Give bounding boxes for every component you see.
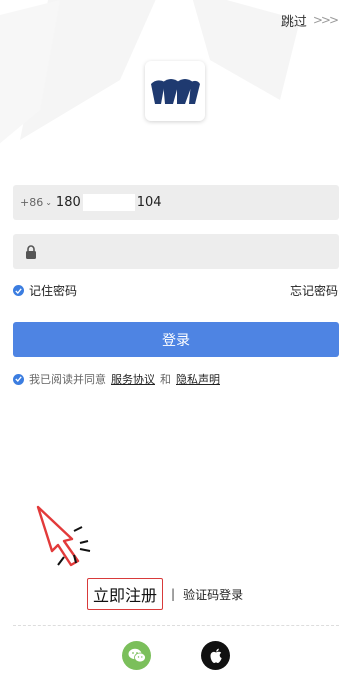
login-button[interactable]: 登录 (13, 322, 339, 357)
checkmark-icon (13, 285, 24, 296)
chevrons-right-icon: >>> (312, 13, 339, 27)
password-input[interactable] (13, 234, 339, 269)
background-watermark (0, 0, 300, 144)
bank-logo-icon (151, 79, 200, 104)
register-button[interactable]: 立即注册 (87, 578, 164, 610)
separator: | (171, 587, 176, 601)
service-agreement-link[interactable]: 服务协议 (111, 371, 155, 387)
register-row: 立即注册 | 验证码登录 (87, 578, 243, 610)
wechat-icon (128, 648, 146, 663)
chevron-down-icon: ⌄ (45, 198, 52, 207)
country-code: +86 (20, 196, 44, 209)
lock-icon (25, 244, 37, 259)
privacy-statement-link[interactable]: 隐私声明 (176, 371, 220, 387)
agreement-and: 和 (160, 373, 171, 386)
app-logo (145, 61, 205, 121)
agreement-checkbox[interactable] (13, 373, 24, 385)
phone-input[interactable]: +86 ⌄ 180 104 (13, 185, 339, 220)
phone-number-suffix: 104 (136, 195, 162, 210)
phone-number-prefix: 180 (55, 195, 81, 210)
forgot-password-link[interactable]: 忘记密码 (290, 282, 338, 299)
agreement-row: 我已阅读并同意 服务协议 和 隐私声明 (13, 371, 220, 387)
wechat-login-button[interactable] (122, 641, 151, 670)
phone-redaction-mask (82, 194, 135, 211)
agreement-prefix: 我已阅读并同意 (29, 373, 106, 386)
skip-button[interactable]: 跳过 >>> (280, 11, 339, 30)
pointer-arrow-icon (36, 505, 91, 567)
country-code-selector[interactable]: +86 ⌄ (20, 196, 52, 209)
sms-login-link[interactable]: 验证码登录 (183, 586, 243, 603)
remember-password-label: 记住密码 (29, 284, 78, 298)
skip-label: 跳过 (280, 14, 307, 30)
divider (13, 625, 339, 626)
apple-login-button[interactable] (201, 641, 230, 670)
remember-password-checkbox[interactable]: 记住密码 (13, 282, 77, 299)
apple-icon (210, 648, 222, 663)
